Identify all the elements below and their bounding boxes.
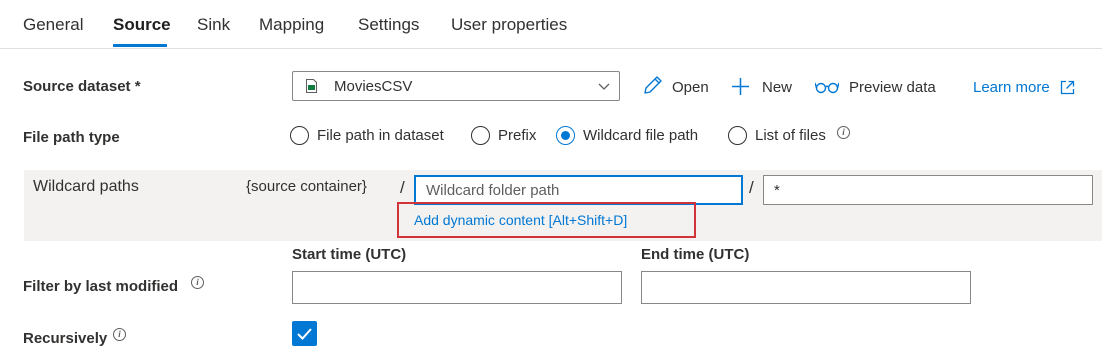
plus-icon[interactable]	[731, 77, 750, 96]
glasses-icon[interactable]	[815, 80, 839, 94]
active-tab-indicator	[113, 44, 167, 47]
source-dataset-value: MoviesCSV	[334, 78, 413, 95]
csv-file-icon	[306, 79, 317, 93]
radio-label-prefix[interactable]: Prefix	[498, 127, 536, 144]
wildcard-file-name-input[interactable]	[763, 175, 1093, 205]
learn-more-link[interactable]: Learn more	[973, 79, 1050, 96]
wildcard-folder-path-input[interactable]	[414, 175, 743, 205]
end-time-input[interactable]	[641, 271, 971, 304]
radio-file-path-in-dataset[interactable]	[290, 126, 309, 145]
tab-sink[interactable]: Sink	[197, 15, 230, 35]
radio-label-list-of-files[interactable]: List of files	[755, 127, 826, 144]
start-time-label: Start time (UTC)	[292, 246, 407, 263]
info-icon[interactable]: i	[113, 328, 126, 341]
radio-list-of-files[interactable]	[728, 126, 747, 145]
end-time-label: End time (UTC)	[641, 246, 750, 263]
radio-label-wildcard-file-path[interactable]: Wildcard file path	[583, 127, 698, 144]
path-separator: /	[400, 178, 405, 197]
source-container-text: {source container}	[246, 178, 367, 195]
radio-wildcard-file-path[interactable]	[556, 126, 575, 145]
radio-label-file-path-in-dataset[interactable]: File path in dataset	[317, 127, 444, 144]
wildcard-paths-label: Wildcard paths	[33, 178, 139, 195]
info-icon[interactable]: i	[191, 276, 204, 289]
preview-data-button[interactable]: Preview data	[849, 79, 936, 96]
tab-bar: General Source Sink Mapping Settings Use…	[0, 0, 1102, 49]
filter-last-modified-label: Filter by last modified	[23, 278, 179, 295]
source-dataset-label: Source dataset *	[23, 78, 141, 95]
external-link-icon	[1060, 80, 1075, 95]
source-dataset-dropdown[interactable]: MoviesCSV	[292, 71, 620, 101]
tab-source[interactable]: Source	[113, 15, 171, 35]
recursively-checkbox[interactable]	[292, 321, 317, 346]
checkmark-icon	[297, 328, 312, 340]
new-button[interactable]: New	[762, 79, 792, 96]
radio-prefix[interactable]	[471, 126, 490, 145]
recursively-label: Recursively	[23, 330, 108, 347]
edit-pencil-icon[interactable]	[642, 75, 663, 96]
path-separator: /	[749, 178, 754, 197]
tab-mapping[interactable]: Mapping	[259, 15, 324, 35]
add-dynamic-content-link[interactable]: Add dynamic content [Alt+Shift+D]	[414, 212, 627, 228]
open-button[interactable]: Open	[672, 79, 709, 96]
tab-settings[interactable]: Settings	[358, 15, 419, 35]
start-time-input[interactable]	[292, 271, 622, 304]
chevron-down-icon	[598, 83, 610, 90]
tab-general[interactable]: General	[23, 15, 83, 35]
file-path-type-label: File path type	[23, 129, 120, 146]
tab-user-properties[interactable]: User properties	[451, 15, 567, 35]
info-icon[interactable]: i	[837, 126, 850, 139]
